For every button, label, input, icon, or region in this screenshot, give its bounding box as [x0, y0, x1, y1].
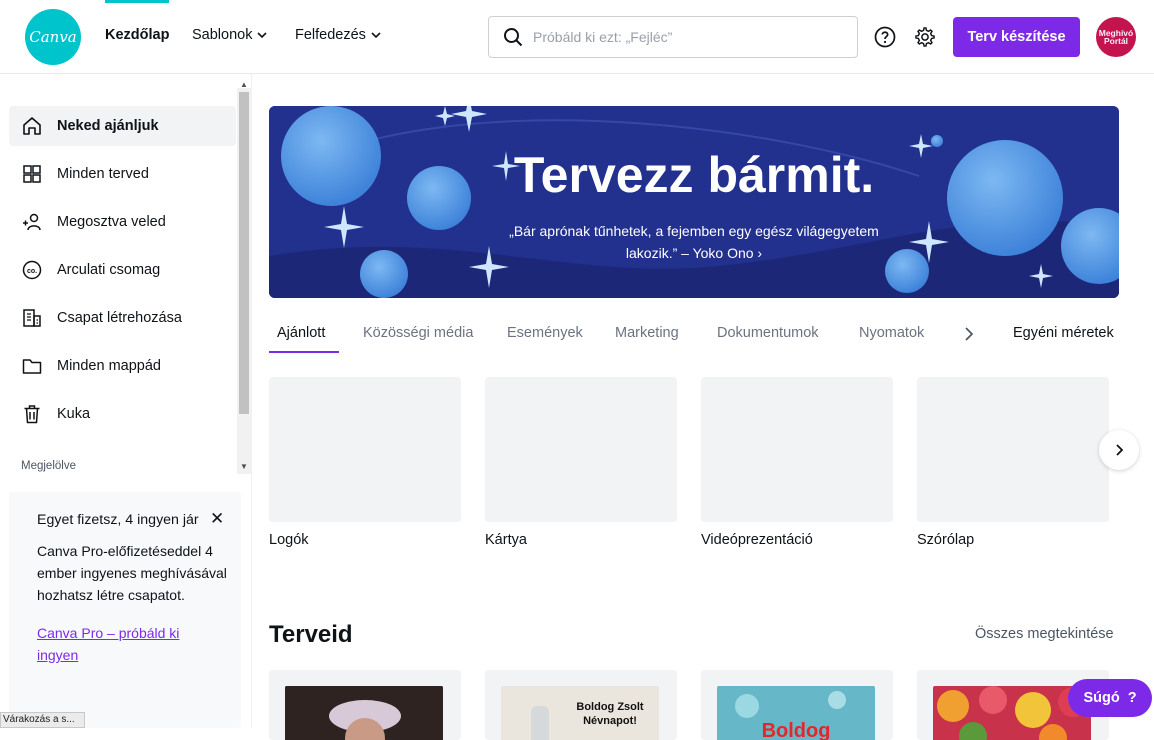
template-card-video-presentation[interactable] — [701, 377, 893, 522]
sidebar-item-all-designs[interactable]: Minden terved — [9, 154, 236, 194]
tab-documents[interactable]: Dokumentumok — [717, 325, 819, 341]
shared-users-icon — [23, 213, 41, 231]
template-card-flyer[interactable] — [917, 377, 1109, 522]
template-label-video-presentation: Videóprezentáció — [701, 532, 813, 548]
sidebar-item-trash[interactable]: Kuka — [9, 394, 236, 434]
see-all-link[interactable]: Összes megtekintése — [975, 626, 1114, 642]
building-icon — [23, 309, 41, 327]
tab-prints[interactable]: Nyomatok — [859, 325, 924, 341]
starred-section-label: Megjelölve — [21, 460, 76, 472]
search-input[interactable] — [533, 29, 833, 45]
sidebar-item-all-folders[interactable]: Minden mappád — [9, 346, 236, 386]
sidebar-nav: Neked ajánljuk Minden terved Megosztva v… — [9, 106, 236, 442]
promo-text: Canva Pro-előfizetéseddel 4 ember ingyen… — [37, 543, 227, 603]
question-mark-icon: ? — [1127, 690, 1137, 706]
nav-discover[interactable]: Felfedezés — [295, 27, 382, 43]
avatar[interactable]: Meghívó Portál — [1096, 17, 1136, 57]
nav-home[interactable]: Kezdőlap — [105, 27, 169, 43]
try-pro-link[interactable]: Canva Pro – próbáld ki ingyen — [37, 622, 213, 666]
help-button[interactable]: Súgó ? — [1068, 679, 1152, 717]
help-icon[interactable] — [873, 25, 897, 49]
chevron-down-icon — [257, 32, 268, 39]
carousel-next-button[interactable] — [1099, 430, 1139, 470]
scroll-down-arrow-icon[interactable]: ▼ — [240, 462, 248, 471]
scroll-up-arrow-icon[interactable]: ▲ — [240, 80, 248, 89]
nav-active-indicator — [105, 0, 169, 3]
svg-text:co.: co. — [27, 268, 37, 275]
chevron-down-icon — [371, 32, 381, 39]
template-label-flyer: Szórólap — [917, 532, 975, 548]
design-thumbnail — [285, 686, 443, 740]
design-card[interactable] — [269, 670, 461, 740]
category-tabs: Ajánlott Közösségi média Események Marke… — [269, 318, 1119, 354]
design-thumbnail-text: Boldog Zsolt Névnapot! — [576, 701, 644, 727]
design-thumbnail-text: Boldog — [761, 720, 831, 740]
design-thumbnail: Boldog Zsolt Névnapot! — [501, 686, 659, 740]
tab-recommended[interactable]: Ajánlott — [277, 325, 325, 341]
nav-templates[interactable]: Sablonok — [192, 27, 268, 43]
create-design-button[interactable]: Terv készítése — [953, 17, 1080, 57]
folder-icon — [22, 359, 42, 374]
tab-custom-size[interactable]: Egyéni méretek — [1013, 325, 1114, 341]
designs-section-title: Terveid — [269, 621, 353, 648]
home-icon — [23, 117, 41, 135]
promo-title: Egyet fizetsz, 4 ingyen jár — [37, 512, 199, 528]
design-thumbnail: Boldog — [717, 686, 875, 740]
trash-icon — [24, 405, 40, 424]
template-label-logos: Logók — [269, 532, 309, 548]
tab-active-underline — [269, 351, 339, 353]
design-card[interactable]: Boldog — [701, 670, 893, 740]
chevron-right-icon[interactable] — [961, 324, 977, 344]
grid-icon — [23, 165, 41, 183]
sidebar: Neked ajánljuk Minden terved Megosztva v… — [0, 74, 252, 728]
sidebar-item-create-team[interactable]: Csapat létrehozása — [9, 298, 236, 338]
search-icon — [504, 28, 523, 47]
sidebar-scroll-thumb[interactable] — [239, 92, 249, 414]
sidebar-item-for-you[interactable]: Neked ajánljuk — [9, 106, 236, 146]
brand-kit-icon: co. — [22, 260, 42, 280]
close-icon[interactable]: ✕ — [210, 509, 224, 529]
browser-status-bar: Várakozás a s... — [0, 712, 85, 728]
hero-title: Tervezz bármit. — [513, 147, 875, 203]
top-header: Canva Kezdőlap Sablonok Felfedezés Terv … — [0, 0, 1154, 74]
template-label-cards: Kártya — [485, 532, 527, 548]
template-card-cards[interactable] — [485, 377, 677, 522]
tab-events[interactable]: Események — [507, 325, 583, 341]
hero-banner: Tervezz bármit. „Bár aprónak tűnhetek, a… — [269, 106, 1119, 298]
design-card[interactable]: Boldog Zsolt Névnapot! — [485, 670, 677, 740]
template-card-logos[interactable] — [269, 377, 461, 522]
tab-marketing[interactable]: Marketing — [615, 325, 679, 341]
chevron-right-icon — [1116, 444, 1124, 456]
tab-social-media[interactable]: Közösségi média — [363, 325, 473, 341]
settings-gear-icon[interactable] — [913, 25, 937, 49]
pro-promo-card: Egyet fizetsz, 4 ingyen jár ✕ Canva Pro-… — [9, 492, 241, 728]
sidebar-item-brand-kit[interactable]: co. Arculati csomag — [9, 250, 236, 290]
search-box[interactable] — [488, 16, 858, 58]
canva-logo[interactable]: Canva — [25, 9, 81, 65]
sidebar-item-shared[interactable]: Megosztva veled — [9, 202, 236, 242]
hero-quote-link[interactable]: „Bár aprónak tűnhetek, a fejemben egy eg… — [489, 220, 899, 264]
